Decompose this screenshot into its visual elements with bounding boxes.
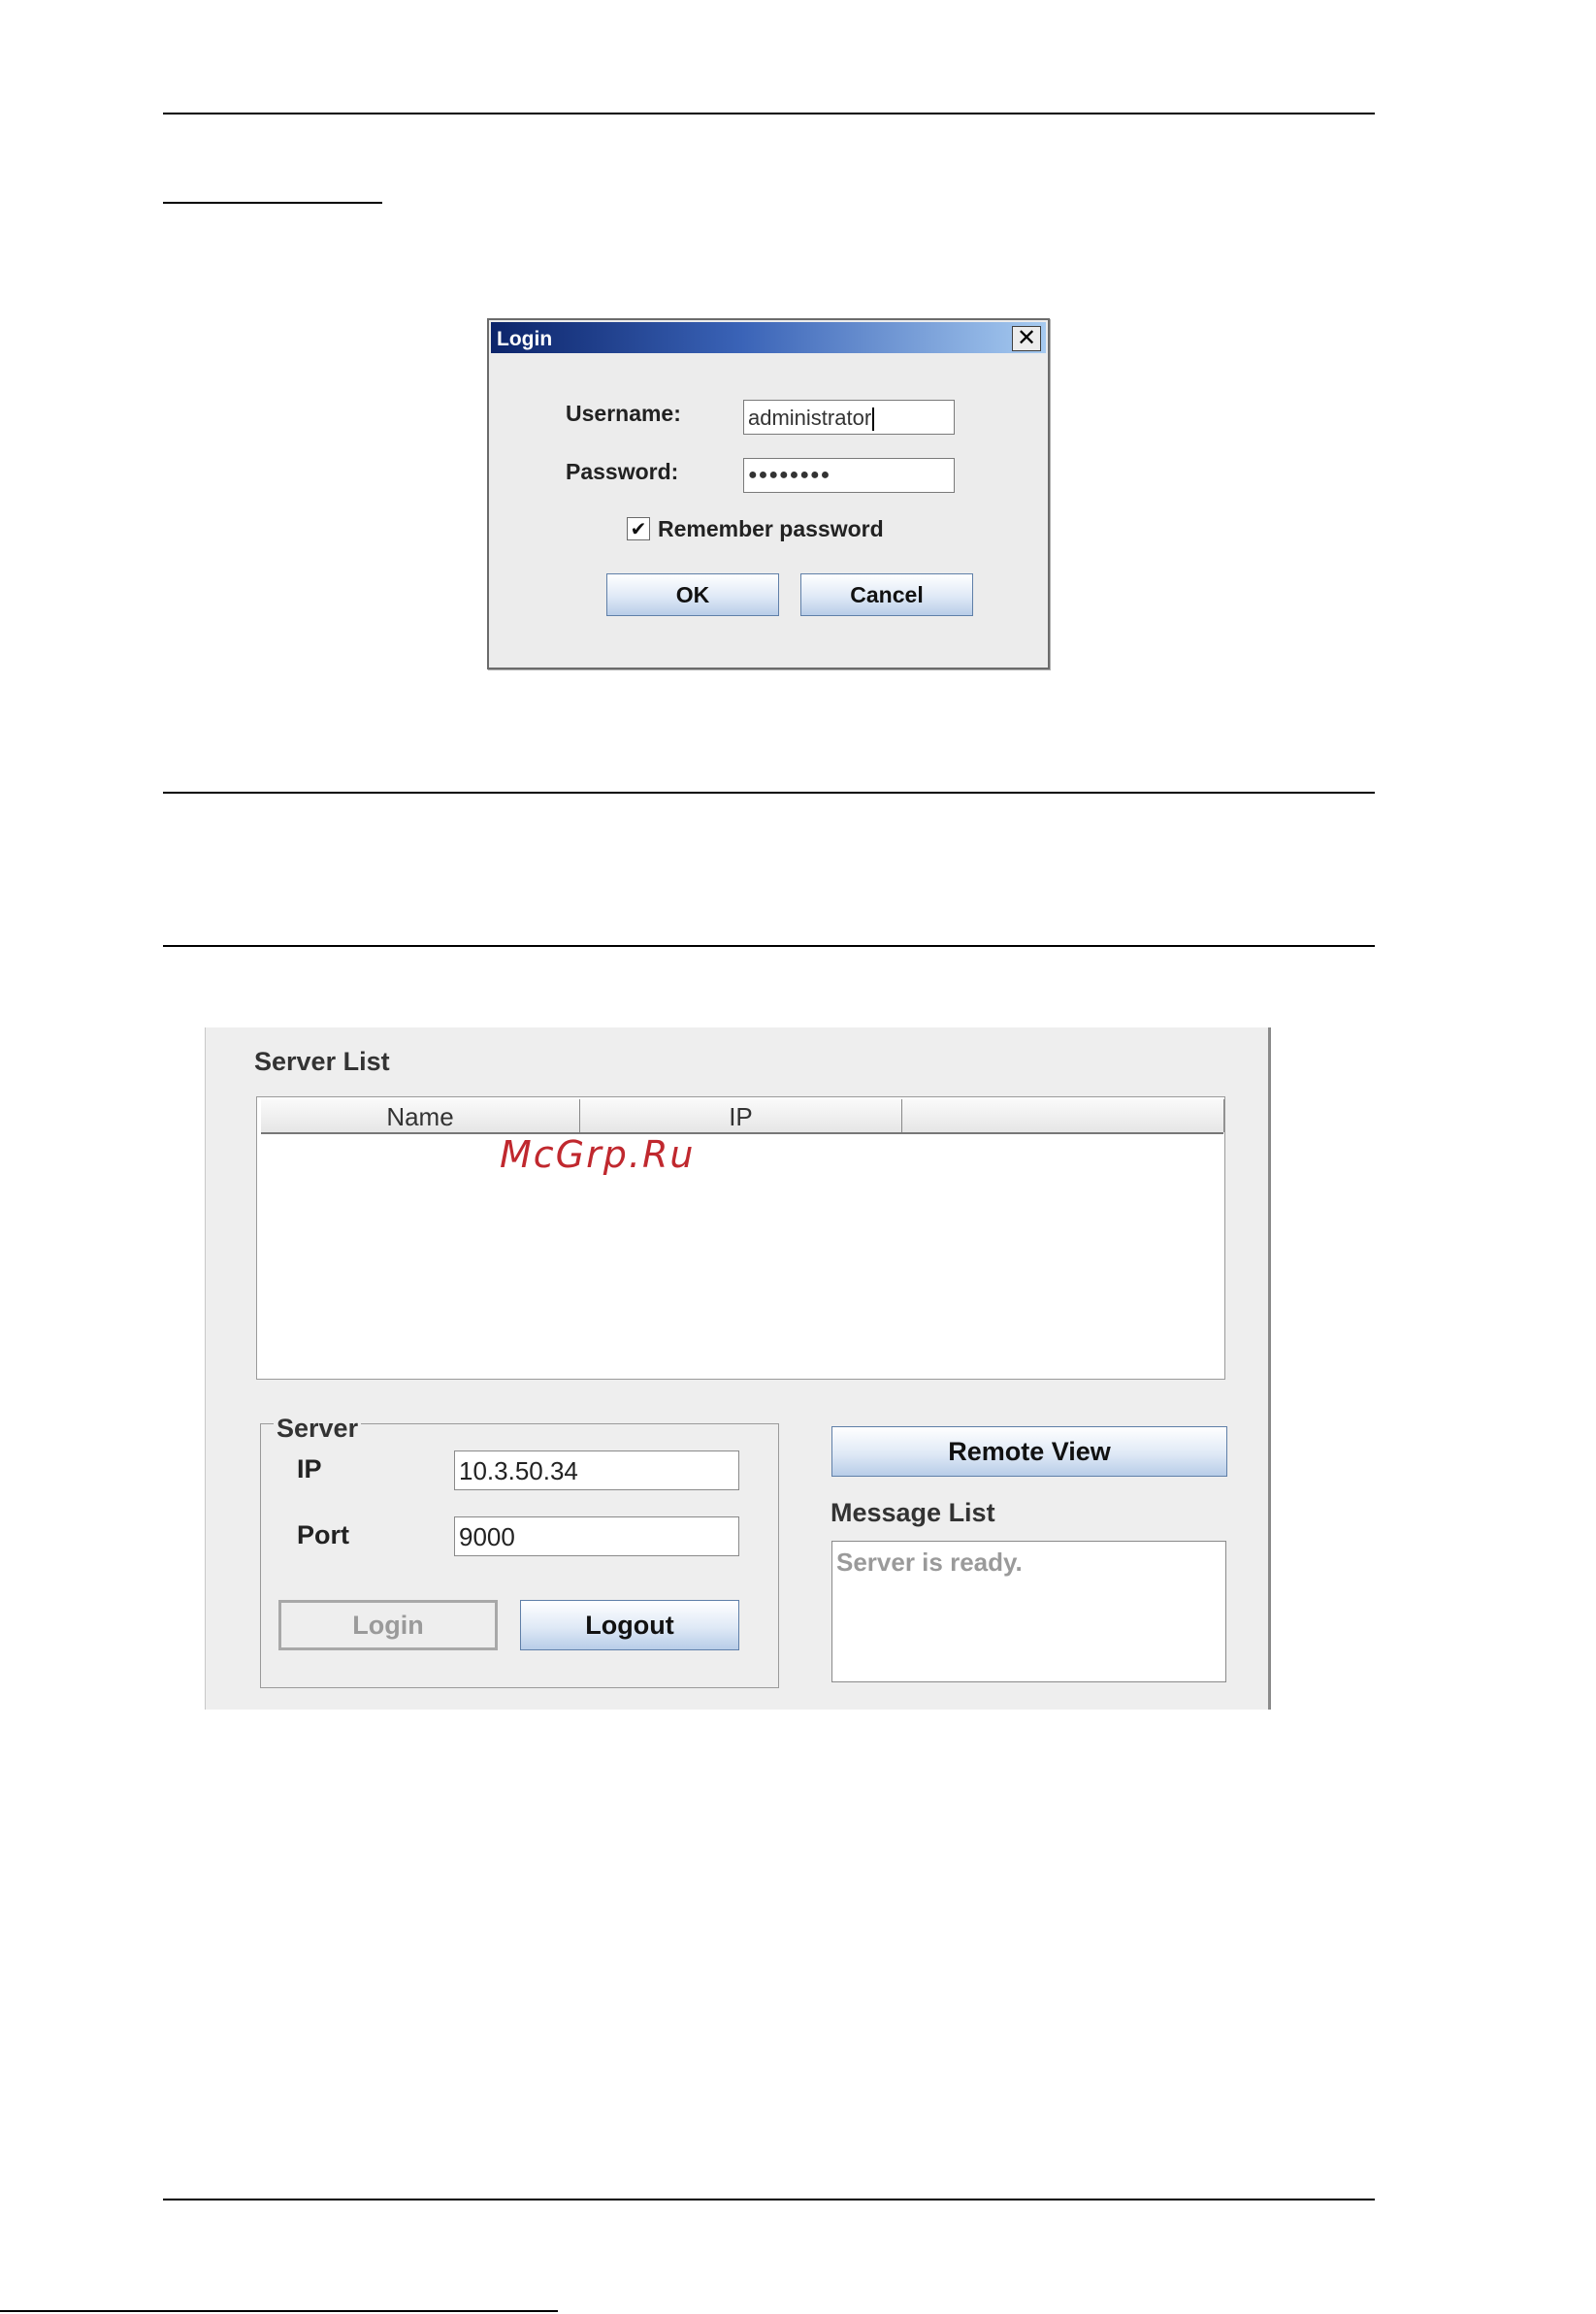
table-header: Name IP [261, 1099, 1224, 1134]
remember-password-label[interactable]: Remember password [658, 516, 884, 542]
ip-value: 10.3.50.34 [459, 1456, 578, 1485]
text-caret [872, 407, 875, 432]
password-value: ●●●●●●●● [748, 467, 831, 483]
username-label: Username: [566, 401, 681, 426]
password-field[interactable]: ●●●●●●●● [743, 458, 955, 493]
message-item: Server is ready. [836, 1548, 1023, 1577]
login-button-label: Login [352, 1611, 424, 1640]
footer-rule [0, 2310, 558, 2312]
logout-button-label: Logout [585, 1611, 674, 1640]
close-icon: ✕ [1016, 324, 1037, 351]
page-rule-middle [163, 792, 1375, 794]
dialog-title: Login [497, 328, 553, 350]
column-header-ip[interactable]: IP [580, 1099, 902, 1132]
logout-button[interactable]: Logout [520, 1600, 739, 1650]
port-value: 9000 [459, 1522, 515, 1551]
message-list[interactable]: Server is ready. [831, 1541, 1226, 1682]
page-rule-lower [163, 945, 1375, 947]
ip-label: IP [297, 1454, 322, 1483]
cancel-button-label: Cancel [850, 582, 924, 607]
column-header-name[interactable]: Name [261, 1099, 580, 1132]
port-field[interactable]: 9000 [454, 1516, 739, 1556]
page-rule-top [163, 113, 1375, 114]
cancel-button[interactable]: Cancel [800, 573, 973, 616]
dialog-titlebar[interactable]: Login ✕ [491, 322, 1046, 353]
password-label: Password: [566, 459, 679, 484]
server-list-title: Server List [254, 1047, 390, 1076]
remember-password-checkbox[interactable]: ✔ [627, 517, 650, 540]
login-dialog: Login ✕ Username: administrator Password… [487, 318, 1050, 669]
server-group-title: Server [274, 1414, 362, 1444]
ip-field[interactable]: 10.3.50.34 [454, 1450, 739, 1490]
remote-view-button[interactable]: Remote View [831, 1426, 1227, 1477]
username-field[interactable]: administrator [743, 400, 955, 435]
port-label: Port [297, 1520, 349, 1549]
close-button[interactable]: ✕ [1012, 326, 1041, 351]
ok-button-label: OK [675, 582, 710, 607]
watermark: McGrp.Ru [500, 1133, 696, 1176]
server-panel: Server List Name IP Server IP 10.3.50.34… [205, 1027, 1271, 1710]
check-icon: ✔ [630, 517, 647, 540]
column-header-extra[interactable] [902, 1099, 1224, 1132]
message-list-title: Message List [831, 1498, 995, 1527]
remote-view-button-label: Remote View [948, 1437, 1111, 1466]
ok-button[interactable]: OK [606, 573, 779, 616]
username-value: administrator [748, 406, 872, 430]
heading-underline [163, 202, 382, 204]
server-list-table[interactable]: Name IP [256, 1096, 1225, 1380]
page-rule-bottom [163, 2199, 1375, 2200]
login-button[interactable]: Login [278, 1600, 498, 1650]
